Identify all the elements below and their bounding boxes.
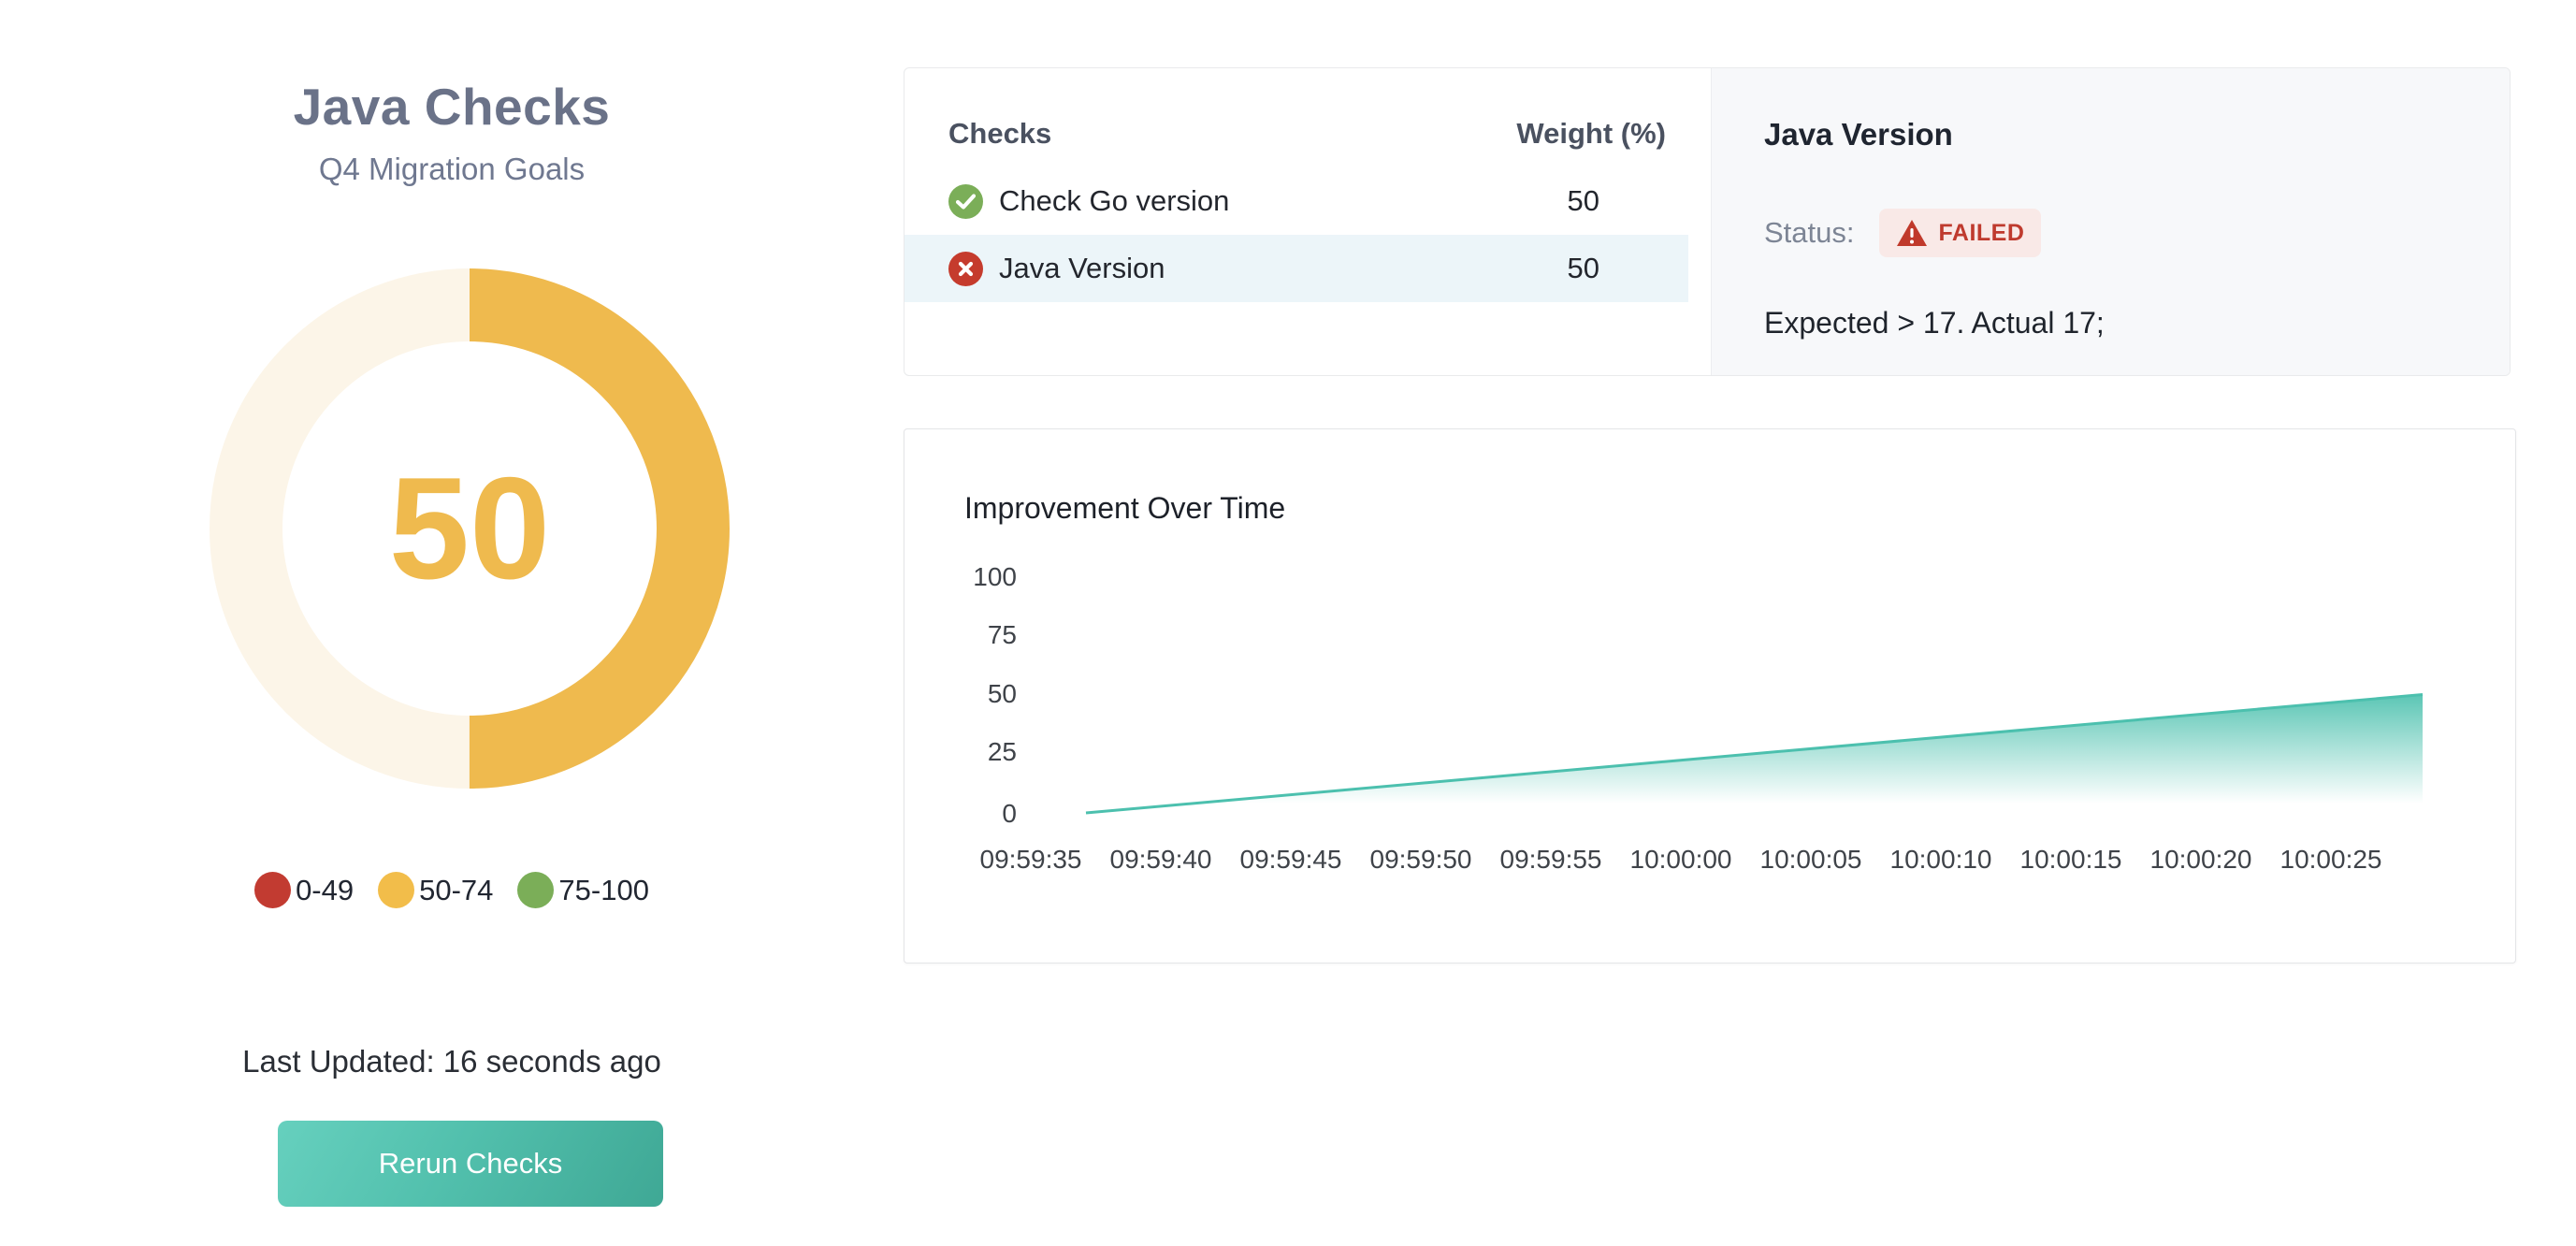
rerun-checks-button[interactable]: Rerun Checks [278, 1121, 663, 1207]
x-tick: 10:00:05 [1760, 845, 1862, 875]
status-label: Status: [1764, 216, 1855, 250]
check-weight: 50 [1511, 252, 1688, 285]
legend-label: 75-100 [558, 874, 649, 907]
x-tick: 09:59:45 [1240, 845, 1342, 875]
score-gauge: 50 [210, 268, 730, 789]
y-tick: 50 [923, 679, 1017, 709]
y-tick: 0 [923, 799, 1017, 829]
gauge-score-value: 50 [210, 268, 730, 789]
y-tick: 25 [923, 737, 1017, 767]
status-badge-text: FAILED [1939, 220, 2025, 247]
detail-message: Expected > 17. Actual 17; [1764, 306, 2457, 340]
x-tick: 10:00:25 [2280, 845, 2382, 875]
x-tick: 09:59:35 [980, 845, 1082, 875]
legend-label: 0-49 [296, 874, 354, 907]
dashboard: Java Checks Q4 Migration Goals 50 0-49 5… [0, 0, 2576, 1246]
table-row-java-version[interactable]: Java Version 50 [904, 235, 1688, 302]
legend-dot-green-icon [517, 872, 554, 908]
page-title: Java Checks [0, 77, 904, 137]
legend-label: 50-74 [419, 874, 493, 907]
x-circle-icon [948, 252, 983, 286]
y-tick: 75 [923, 620, 1017, 650]
legend-dot-red-icon [254, 872, 291, 908]
check-name: Check Go version [999, 184, 1229, 218]
check-name: Java Version [999, 252, 1165, 285]
x-tick: 09:59:40 [1110, 845, 1212, 875]
check-detail-panel: Java Version Status: FAILED Expected > 1… [1711, 68, 2510, 375]
warning-triangle-icon [1896, 219, 1928, 247]
legend-dot-yellow-icon [378, 872, 414, 908]
check-circle-icon [948, 184, 983, 219]
detail-title: Java Version [1764, 117, 2457, 152]
improvement-chart-card: Improvement Over Time 100 75 50 25 0 09:… [904, 428, 2516, 963]
x-tick: 10:00:00 [1630, 845, 1732, 875]
x-tick: 10:00:10 [1890, 845, 1992, 875]
y-tick: 100 [923, 562, 1017, 592]
check-weight: 50 [1511, 184, 1688, 218]
checks-table-header: Checks Weight (%) [904, 100, 1688, 167]
column-header-checks: Checks [948, 117, 1051, 151]
x-tick: 09:59:55 [1500, 845, 1602, 875]
checks-card: Checks Weight (%) Check Go version 50 Ja… [904, 67, 2511, 376]
area-chart [904, 429, 2515, 963]
score-legend: 0-49 50-74 75-100 [0, 872, 904, 908]
column-header-weight: Weight (%) [1516, 117, 1666, 151]
table-row-check-go-version[interactable]: Check Go version 50 [904, 167, 1688, 235]
legend-item-mid: 50-74 [378, 872, 493, 908]
x-tick: 10:00:15 [2020, 845, 2122, 875]
last-updated-text: Last Updated: 16 seconds ago [0, 1044, 904, 1079]
summary-panel: Java Checks Q4 Migration Goals 50 0-49 5… [0, 0, 904, 1246]
x-tick: 10:00:20 [2150, 845, 2252, 875]
legend-item-low: 0-49 [254, 872, 354, 908]
status-badge: FAILED [1879, 209, 2042, 257]
status-row: Status: FAILED [1764, 209, 2457, 257]
legend-item-high: 75-100 [517, 872, 649, 908]
page-subtitle: Q4 Migration Goals [0, 152, 904, 187]
x-tick: 09:59:50 [1370, 845, 1472, 875]
checks-table: Checks Weight (%) Check Go version 50 Ja… [904, 68, 1711, 375]
